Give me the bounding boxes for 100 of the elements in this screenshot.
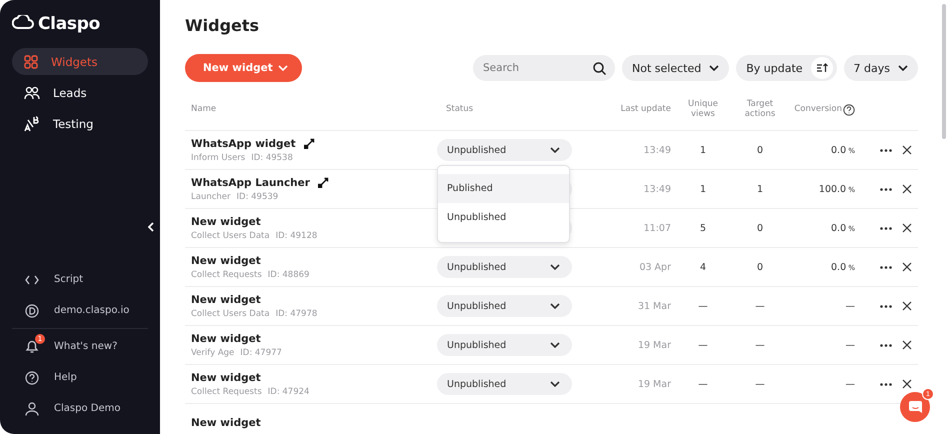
widget-id: ID: 47924 xyxy=(268,386,310,396)
page-title: Widgets xyxy=(185,16,260,35)
nav-item[interactable]: Widgets xyxy=(12,48,148,75)
widget-name[interactable]: New widget xyxy=(191,294,261,306)
widget-type: Inform Users xyxy=(191,152,246,162)
cloud-logo-icon xyxy=(12,15,34,29)
unique-views: 5 xyxy=(698,222,708,234)
sort-button[interactable]: By update xyxy=(736,55,837,81)
sidebar-link[interactable]: Script xyxy=(54,274,84,285)
widget-name[interactable]: WhatsApp widget xyxy=(191,138,296,150)
nav-item[interactable]: Leads xyxy=(12,79,148,106)
search-icon xyxy=(593,62,606,75)
target-actions: — xyxy=(754,300,766,312)
widget-id: ID: 47977 xyxy=(240,348,282,358)
widget-name[interactable]: New widget xyxy=(191,216,261,228)
target-actions: — xyxy=(754,340,766,350)
unique-views: — xyxy=(697,378,709,390)
widget-name[interactable]: New widget xyxy=(191,372,261,384)
people-icon xyxy=(24,86,40,100)
more-icon[interactable] xyxy=(880,226,892,230)
status-dropdown[interactable]: Unpublished xyxy=(437,334,572,356)
nav-item[interactable]: Testing xyxy=(12,110,148,137)
last-update: 19 Mar xyxy=(636,378,671,390)
sidebar-link[interactable]: What's new? xyxy=(54,341,118,352)
help-icon[interactable] xyxy=(843,104,855,116)
menu-option[interactable]: Published xyxy=(438,174,569,203)
sort-icon[interactable] xyxy=(816,63,828,73)
status-dropdown[interactable]: Unpublished xyxy=(437,373,572,395)
close-icon[interactable] xyxy=(902,145,912,155)
period-dropdown[interactable]: 7 days xyxy=(844,55,918,81)
last-update: 03 Apr xyxy=(638,262,671,272)
column-header: Last update xyxy=(620,105,671,115)
more-icon[interactable] xyxy=(880,344,892,346)
more-icon[interactable] xyxy=(880,188,892,190)
chevron-down-icon xyxy=(550,264,560,270)
scrollbar[interactable] xyxy=(942,4,946,139)
last-update: 13:49 xyxy=(642,184,671,194)
logo-text: Claspo xyxy=(38,14,100,34)
filter-dropdown[interactable]: Not selected xyxy=(622,55,730,81)
help-icon xyxy=(25,370,39,384)
sidebar-link[interactable]: Claspo Demo xyxy=(54,403,120,414)
sidebar-link[interactable]: Help xyxy=(54,372,77,383)
user-icon xyxy=(25,402,39,416)
close-icon[interactable] xyxy=(902,262,912,272)
close-icon[interactable] xyxy=(902,301,912,311)
last-update: 31 Mar xyxy=(636,300,671,312)
widget-type: Verify Age xyxy=(191,348,234,358)
chat-icon xyxy=(908,401,922,413)
status-dropdown[interactable]: Unpublished xyxy=(437,256,572,278)
widget-name[interactable]: New widget xyxy=(191,332,261,344)
widget-type: Collect Requests xyxy=(191,386,262,396)
conversion-value: — xyxy=(844,300,855,312)
chevron-down-icon xyxy=(550,342,560,348)
target-actions: — xyxy=(754,378,766,390)
target-actions: 0 xyxy=(756,144,764,156)
widget-id: ID: 48869 xyxy=(268,270,310,280)
menu-option[interactable]: Unpublished xyxy=(438,203,569,232)
status-dropdown[interactable]: Unpublished xyxy=(437,295,572,317)
chevron-down-icon xyxy=(550,303,560,309)
last-update: 19 Mar xyxy=(636,340,671,350)
target-actions: 0 xyxy=(756,222,764,234)
search-field[interactable]: Search xyxy=(473,55,616,81)
close-icon[interactable] xyxy=(902,223,912,233)
grid-icon xyxy=(24,54,38,68)
widget-name[interactable]: New widget xyxy=(191,417,261,429)
chevron-down-icon xyxy=(550,381,560,387)
last-update: 11:07 xyxy=(642,222,671,234)
widget-type: Collect Users Data xyxy=(191,230,270,240)
close-icon[interactable] xyxy=(902,340,912,350)
widget-id: ID: 49128 xyxy=(276,230,318,240)
more-icon[interactable] xyxy=(880,266,892,268)
more-icon[interactable] xyxy=(880,304,892,308)
column-header: Name xyxy=(190,105,218,115)
unique-views: 1 xyxy=(698,144,708,156)
bell-icon xyxy=(25,339,39,354)
widget-id: ID: 49539 xyxy=(236,192,278,202)
widget-type: Launcher xyxy=(191,192,231,202)
sidebar-link[interactable]: demo.claspo.io xyxy=(54,305,130,316)
code-icon xyxy=(25,274,39,284)
unique-views: — xyxy=(697,340,709,350)
chevron-down-icon xyxy=(898,65,908,71)
target-actions: 0 xyxy=(756,262,764,272)
more-icon[interactable] xyxy=(880,148,892,152)
column-header: Target actions xyxy=(744,100,776,120)
status-dropdown[interactable]: Unpublished xyxy=(437,139,572,161)
widget-id: ID: 49538 xyxy=(251,152,293,162)
conversion-value: — xyxy=(844,378,855,390)
domain-icon xyxy=(25,304,39,318)
chevron-down-icon xyxy=(550,147,560,153)
widget-type: Collect Requests xyxy=(191,270,262,280)
close-icon[interactable] xyxy=(902,184,912,194)
widget-type: Collect Users Data xyxy=(191,308,270,318)
column-header: Unique views xyxy=(687,100,719,120)
widget-name[interactable]: New widget xyxy=(191,254,261,266)
target-actions: 1 xyxy=(756,184,764,194)
ab-test-icon xyxy=(24,116,40,132)
close-icon[interactable] xyxy=(902,379,912,389)
chevron-left-icon[interactable] xyxy=(148,222,154,232)
more-icon[interactable] xyxy=(880,382,892,386)
widget-name[interactable]: WhatsApp Launcher xyxy=(191,176,310,188)
